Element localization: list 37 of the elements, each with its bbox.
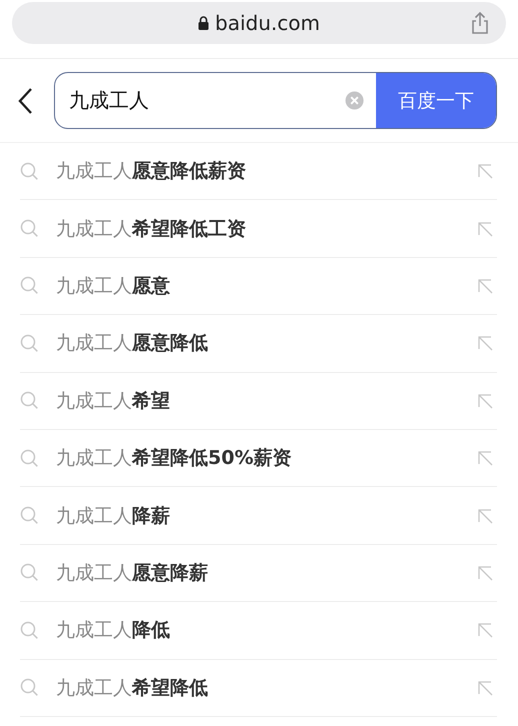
share-icon[interactable] (470, 11, 490, 35)
fill-arrow-icon[interactable] (477, 622, 493, 638)
suggestion-text[interactable]: 九成工人降低 (56, 617, 477, 644)
suggestion-text[interactable]: 九成工人愿意降低 (56, 330, 477, 356)
search-icon (20, 162, 39, 181)
suggestion-text[interactable]: 九成工人愿意 (56, 272, 477, 299)
suggestion-text[interactable]: 九成工人希望降低50%薪资 (56, 445, 477, 472)
fill-arrow-icon[interactable] (477, 278, 493, 294)
search-icon (20, 391, 39, 410)
address-bar[interactable]: baidu.com (12, 2, 506, 44)
search-icon (20, 448, 39, 468)
suggestion-text[interactable]: 九成工人希望 (56, 388, 477, 414)
fill-arrow-icon[interactable] (477, 564, 493, 581)
search-icon (20, 276, 39, 296)
search-field[interactable]: 九成工人 百度一下 (54, 72, 497, 129)
search-icon (20, 334, 39, 353)
fill-arrow-icon[interactable] (477, 163, 493, 180)
search-icon (20, 678, 39, 698)
fill-arrow-icon[interactable] (477, 220, 493, 237)
fill-arrow-icon[interactable] (477, 335, 493, 352)
search-icon (20, 563, 39, 582)
clear-icon[interactable] (345, 91, 364, 110)
fill-arrow-icon[interactable] (477, 508, 493, 524)
search-icon (20, 620, 39, 640)
search-icon (20, 219, 39, 238)
search-icon (20, 506, 39, 526)
fill-arrow-icon[interactable] (477, 680, 493, 696)
fill-arrow-icon[interactable] (477, 450, 493, 466)
suggestion-text[interactable]: 九成工人降薪 (56, 502, 477, 529)
url-text: baidu.com (215, 11, 320, 35)
lock-icon (198, 16, 210, 30)
search-button[interactable]: 百度一下 (376, 73, 496, 128)
suggestion-text[interactable]: 九成工人希望降低 (56, 674, 477, 701)
suggestion-text[interactable]: 九成工人希望降低工资 (56, 216, 477, 242)
fill-arrow-icon[interactable] (477, 392, 493, 409)
suggestion-text[interactable]: 九成工人愿意降低薪资 (56, 158, 477, 184)
suggestion-text[interactable]: 九成工人愿意降薪 (56, 560, 477, 586)
